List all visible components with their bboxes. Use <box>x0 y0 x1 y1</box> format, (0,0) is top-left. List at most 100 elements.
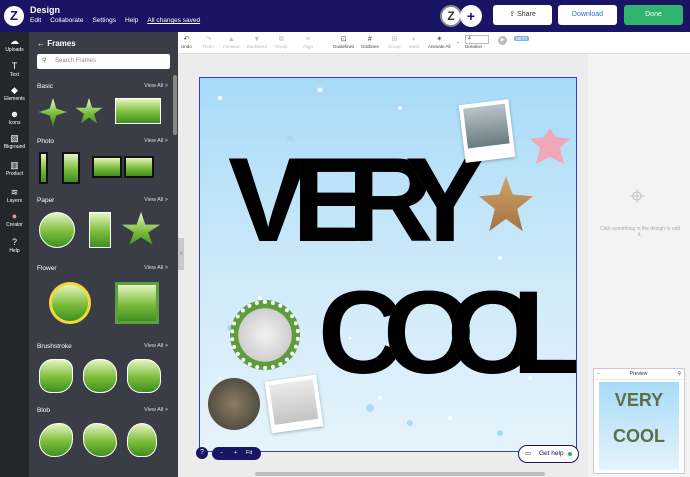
done-button[interactable]: Done <box>624 5 683 25</box>
frame-blob-a[interactable] <box>39 423 73 457</box>
nav-background[interactable]: ▧ Bkground <box>0 133 29 150</box>
seal-polaroid-photo[interactable] <box>264 374 324 434</box>
preview-header: − Preview ⚲ <box>594 369 684 380</box>
nav-icons[interactable]: ☻ Icons <box>0 109 29 126</box>
zazzle-logo-icon[interactable]: Z <box>4 6 24 26</box>
menu-edit[interactable]: Edit <box>30 17 41 24</box>
nav-product[interactable]: ▥ Product <box>0 160 29 177</box>
duration-value[interactable]: 4 <box>465 35 489 44</box>
view-all-photo[interactable]: View All > <box>144 138 168 144</box>
help-question-button[interactable]: ? <box>196 447 208 459</box>
top-bar: Z Design Edit Collaborate Settings Help … <box>0 0 690 32</box>
view-all-paper[interactable]: View All > <box>144 197 168 203</box>
frame-blob-c[interactable] <box>127 423 157 457</box>
nav-label: Elements <box>4 96 25 102</box>
play-button[interactable]: ▶ <box>498 36 507 45</box>
view-all-blob[interactable]: View All > <box>144 407 168 413</box>
forward-button[interactable]: ▲ Forward <box>223 35 240 49</box>
get-help-button[interactable]: ▭ Get help <box>518 445 579 463</box>
duration-control[interactable]: 4 Duration <box>465 32 491 49</box>
zoom-search-icon[interactable]: ⚲ <box>677 369 684 379</box>
frame-brush-b[interactable] <box>83 359 117 393</box>
add-collaborator-button[interactable]: + <box>460 5 482 27</box>
zoom-in-button[interactable]: + <box>234 447 237 460</box>
frame-paper-star[interactable] <box>121 212 161 245</box>
canvas-letter-o1[interactable]: O <box>383 268 475 398</box>
save-status[interactable]: All changes saved <box>147 17 200 24</box>
gridlines-button[interactable]: # Gridlines <box>361 35 379 49</box>
undo-button[interactable]: ↶ Undo <box>181 35 192 49</box>
redo-icon: ↷ <box>205 36 212 43</box>
back-arrow-icon[interactable]: ← <box>37 39 47 48</box>
frame-film-a[interactable] <box>92 156 122 178</box>
frame-flower-sunflower[interactable] <box>49 282 91 324</box>
zoom-fit-button[interactable]: Fit <box>246 447 252 460</box>
group-dropdown[interactable]: ⧉ Group <box>275 35 288 49</box>
collapse-panel-handle[interactable]: ‹ <box>178 238 184 270</box>
text-icon: T <box>11 61 18 71</box>
group-button[interactable]: ⊞ Group <box>388 35 401 49</box>
backward-button[interactable]: ▼ Backward <box>247 35 267 49</box>
canvas-letter-c[interactable]: C <box>318 268 403 398</box>
nav-creator[interactable]: ● Creator <box>0 211 29 228</box>
section-blob: Blob <box>37 407 51 414</box>
nav-elements[interactable]: ◆ Elements <box>0 85 29 102</box>
view-all-brushstroke[interactable]: View All > <box>144 343 168 349</box>
nav-layers[interactable]: ≋ Layers <box>0 187 29 204</box>
canvas-letter-o2[interactable]: O <box>447 268 539 398</box>
download-button[interactable]: Download <box>558 5 617 25</box>
menu-help[interactable]: Help <box>125 17 138 24</box>
canvas-letter-l[interactable]: L <box>512 268 576 398</box>
guidelines-button[interactable]: ⊡ Guidelines <box>333 35 354 49</box>
search-frames-input[interactable]: ⚲ Search Frames <box>37 54 170 69</box>
nav-text[interactable]: T Text <box>0 61 29 78</box>
nav-help[interactable]: ? Help <box>0 237 29 254</box>
frame-paper-circle[interactable] <box>39 212 75 248</box>
preview-window[interactable]: − Preview ⚲ VERY COOL <box>593 368 685 474</box>
polaroid-child-photo[interactable] <box>458 99 516 163</box>
frame-star4[interactable] <box>39 98 67 126</box>
frame-flower-leaves[interactable] <box>115 282 159 324</box>
frame-photostrip[interactable] <box>62 152 80 184</box>
panel-header[interactable]: ← Frames <box>37 39 76 48</box>
frame-brush-a[interactable] <box>39 359 73 393</box>
canvas-letter-e[interactable]: E <box>292 133 372 268</box>
frame-paper-torn[interactable] <box>89 212 111 248</box>
view-all-basic[interactable]: View All > <box>144 83 168 89</box>
smiley-icon: ☻ <box>9 109 20 119</box>
align-dropdown[interactable]: ≡ Align <box>303 35 313 49</box>
user-avatar[interactable]: Z <box>440 5 462 27</box>
frame-film-b[interactable] <box>124 156 154 178</box>
canvas-letter-r[interactable]: R <box>347 133 434 268</box>
turtle-circle-photo[interactable] <box>208 378 260 430</box>
mask-button[interactable]: ◐ Mask <box>409 35 420 49</box>
menu-settings[interactable]: Settings <box>92 17 116 24</box>
canvas-horizontal-scrollbar[interactable] <box>255 472 545 476</box>
frame-blob-b[interactable] <box>83 423 117 457</box>
tool-label: Undo <box>181 44 192 49</box>
backward-icon: ▼ <box>253 36 261 43</box>
nav-uploads[interactable]: ☁ Uploads <box>0 36 29 53</box>
duration-label: Duration <box>465 44 483 49</box>
frame-filmstrip[interactable] <box>39 152 48 184</box>
redo-button[interactable]: ↷ Redo <box>203 35 214 49</box>
zoom-controls: − + Fit <box>212 447 261 460</box>
preview-line1d: Y <box>651 390 664 410</box>
share-button[interactable]: ⇪ Share <box>493 5 552 25</box>
animate-dropdown-chevron[interactable]: ⌄ <box>456 39 460 45</box>
canvas-letter-y[interactable]: Y <box>405 133 485 268</box>
frame-brush-c[interactable] <box>127 359 161 393</box>
view-all-flower[interactable]: View All > <box>144 265 168 271</box>
canvas-letter-v[interactable]: V <box>228 133 308 268</box>
minimize-icon[interactable]: − <box>594 369 600 379</box>
menu-collaborate[interactable]: Collaborate <box>50 17 83 24</box>
frame-star5[interactable] <box>75 98 103 124</box>
child-photo <box>463 103 510 149</box>
share-icon: ⇪ <box>509 11 518 18</box>
animate-all-button[interactable]: ✶ Animate All <box>428 35 451 49</box>
frame-rectangle[interactable] <box>115 98 161 124</box>
zoom-out-button[interactable]: − <box>220 447 223 460</box>
panda-flower-frame[interactable] <box>230 300 300 370</box>
design-canvas[interactable]: V E R Y C O O L <box>199 77 577 452</box>
panel-scrollbar[interactable] <box>173 75 177 135</box>
